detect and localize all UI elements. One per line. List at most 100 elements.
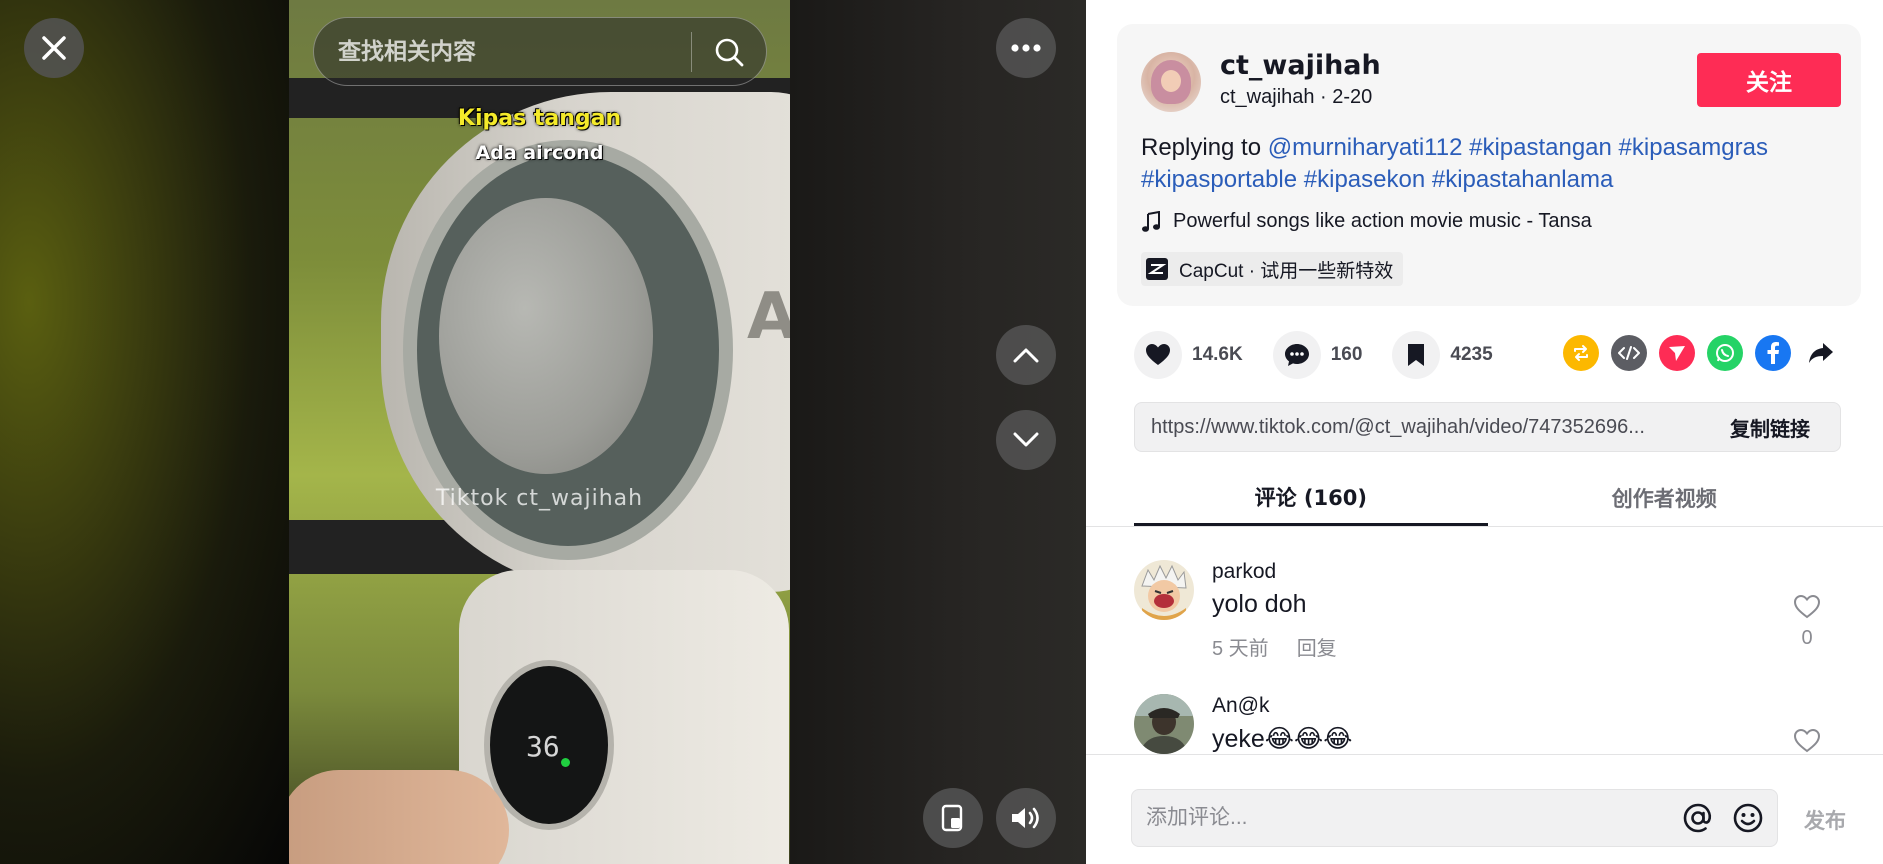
- panel-tabs: 评论 (160) 创作者视频: [1134, 470, 1841, 526]
- comment-composer: 发布: [1086, 754, 1883, 864]
- send-to-friend-button[interactable]: [1659, 335, 1695, 371]
- previous-video-button[interactable]: [996, 325, 1056, 385]
- author-handle-date: ct_wajihah · 2-20: [1220, 86, 1373, 108]
- volume-icon: [1012, 807, 1039, 829]
- comment-input-box: [1131, 789, 1778, 847]
- details-panel: ct_wajihah ct_wajihah · 2-20 关注 Replying…: [1086, 0, 1883, 864]
- fan-cap: [439, 198, 653, 474]
- engagement-actions: 14.6K 160 4235: [1134, 330, 1523, 380]
- more-share-button[interactable]: [1803, 335, 1839, 371]
- copy-link-button[interactable]: 复制链接: [1700, 413, 1840, 442]
- fan-brand-text: An: [747, 280, 790, 354]
- comment-like-count: 0: [1801, 627, 1813, 649]
- at-sign-icon: [1683, 803, 1711, 833]
- comment-text: yeke😂😂😂: [1212, 725, 1353, 753]
- search-icon: [715, 38, 744, 66]
- commenter-avatar[interactable]: [1134, 694, 1194, 754]
- whatsapp-icon: [1716, 344, 1734, 362]
- mention-link[interactable]: @murniharyati112: [1268, 134, 1463, 161]
- video-description: Replying to @murniharyati112 #kipastanga…: [1141, 132, 1841, 196]
- search-bar: [313, 17, 767, 86]
- video-frame[interactable]: An 36 Kipas tangan Ada aircond Tiktok ct…: [289, 0, 790, 864]
- comment-button[interactable]: 160: [1272, 331, 1363, 379]
- share-arrow-icon: [1809, 343, 1833, 363]
- emoji-button[interactable]: [1727, 797, 1769, 839]
- comment-bubble-icon: [1284, 344, 1309, 366]
- hashtag-link[interactable]: #kipasamgras: [1619, 134, 1768, 161]
- music-link[interactable]: Powerful songs like action movie music -…: [1141, 210, 1592, 233]
- author-avatar[interactable]: [1141, 52, 1201, 112]
- commenter-name[interactable]: An@k: [1212, 694, 1270, 718]
- post-comment-button[interactable]: 发布: [1804, 805, 1846, 835]
- like-button[interactable]: 14.6K: [1134, 331, 1243, 379]
- fan-indicator-light: [561, 758, 570, 767]
- search-button[interactable]: [692, 18, 766, 85]
- heart-outline-icon: [1793, 728, 1821, 753]
- anime-avatar-image: [1134, 560, 1194, 620]
- emoji-icon: [1733, 803, 1763, 833]
- facebook-icon: [1767, 342, 1779, 364]
- commenter-avatar[interactable]: [1134, 560, 1194, 620]
- more-dots-icon: [1011, 44, 1041, 52]
- repost-icon: [1574, 345, 1588, 361]
- facebook-share-button[interactable]: [1755, 335, 1791, 371]
- repost-button[interactable]: [1563, 335, 1599, 371]
- whatsapp-share-button[interactable]: [1707, 335, 1743, 371]
- like-count: 14.6K: [1192, 344, 1243, 365]
- tiktok-video-page: An 36 Kipas tangan Ada aircond Tiktok ct…: [0, 0, 1883, 864]
- hashtag-link[interactable]: #kipastangan: [1469, 134, 1612, 161]
- floating-player-button[interactable]: [923, 788, 983, 848]
- music-title: Powerful songs like action movie music -…: [1173, 210, 1592, 232]
- next-video-button[interactable]: [996, 410, 1056, 470]
- heart-icon: [1146, 344, 1170, 365]
- reply-button[interactable]: 回复: [1297, 632, 1337, 661]
- comment-item: parkod yolo doh 5 天前 回复 0: [1134, 560, 1854, 670]
- video-info-card: ct_wajihah ct_wajihah · 2-20 关注 Replying…: [1117, 24, 1861, 306]
- comment-input[interactable]: [1132, 790, 1677, 846]
- music-note-icon: [1142, 210, 1160, 232]
- save-count: 4235: [1450, 344, 1493, 365]
- chevron-down-icon: [1013, 432, 1039, 447]
- tab-creator-videos[interactable]: 创作者视频: [1488, 470, 1842, 526]
- video-watermark: Tiktok ct_wajihah: [435, 486, 644, 511]
- video-backdrop-left: [0, 0, 290, 864]
- video-caption-title: Kipas tangan: [457, 106, 622, 131]
- bookmark-icon: [1408, 344, 1425, 366]
- close-icon: [42, 36, 66, 60]
- tab-comments[interactable]: 评论 (160): [1134, 470, 1488, 526]
- comment-item: An@k yeke😂😂😂: [1134, 694, 1854, 754]
- capcut-icon: [1146, 258, 1168, 280]
- video-url[interactable]: https://www.tiktok.com/@ct_wajihah/video…: [1135, 416, 1700, 439]
- hashtag-link[interactable]: #kipasekon: [1304, 166, 1425, 193]
- volume-button[interactable]: [996, 788, 1056, 848]
- comment-meta: 5 天前 回复: [1212, 632, 1337, 661]
- hashtag-link[interactable]: #kipastahanlama: [1432, 166, 1613, 193]
- tabs-divider: [1086, 526, 1883, 527]
- comment-count: 160: [1330, 344, 1363, 365]
- comment-like-button[interactable]: 0: [1789, 594, 1825, 650]
- video-player-area: An 36 Kipas tangan Ada aircond Tiktok ct…: [0, 0, 1086, 864]
- embed-icon: [1618, 346, 1640, 360]
- hashtag-link[interactable]: #kipasportable: [1141, 166, 1297, 193]
- author-name[interactable]: ct_wajihah: [1220, 50, 1381, 81]
- comment-time: 5 天前: [1212, 638, 1269, 660]
- close-button[interactable]: [24, 18, 84, 78]
- mention-button[interactable]: [1677, 797, 1719, 839]
- chevron-up-icon: [1013, 348, 1039, 363]
- share-options: [1563, 335, 1839, 371]
- capcut-label: CapCut · 试用一些新特效: [1179, 260, 1394, 282]
- floating-player-icon: [941, 804, 963, 832]
- video-link-box: https://www.tiktok.com/@ct_wajihah/video…: [1134, 402, 1841, 452]
- more-options-button[interactable]: [996, 18, 1056, 78]
- follow-button[interactable]: 关注: [1697, 53, 1841, 107]
- photo-avatar-image: [1134, 694, 1194, 754]
- commenter-name[interactable]: parkod: [1212, 560, 1276, 584]
- save-button[interactable]: 4235: [1392, 331, 1493, 379]
- heart-outline-icon: [1793, 594, 1821, 619]
- embed-button[interactable]: [1611, 335, 1647, 371]
- send-icon: [1669, 346, 1685, 361]
- reply-prefix: Replying to: [1141, 134, 1268, 161]
- search-input[interactable]: [314, 18, 691, 85]
- video-caption-subtitle: Ada aircond: [475, 142, 604, 164]
- capcut-effect-link[interactable]: CapCut · 试用一些新特效: [1141, 252, 1404, 286]
